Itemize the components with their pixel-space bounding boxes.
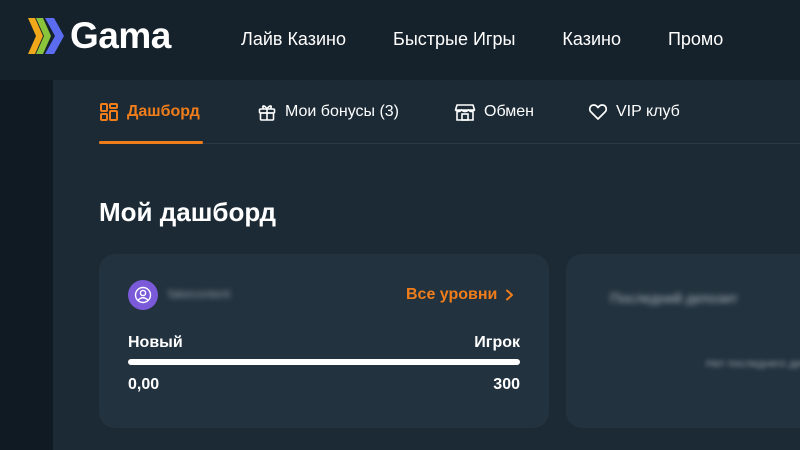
next-level-name: Игрок bbox=[474, 334, 520, 351]
left-sidebar bbox=[0, 80, 53, 450]
nav-promo[interactable]: Промо bbox=[668, 27, 723, 51]
nav-fast-games[interactable]: Быстрые Игры bbox=[393, 27, 515, 51]
main-panel: Дашборд Мои бонусы (3) Обмен VIP клуб Мо… bbox=[53, 80, 800, 450]
last-deposit-empty-text: Нет последнего депозита bbox=[706, 358, 800, 370]
last-deposit-card: Последний депозит Нет последнего депозит… bbox=[566, 254, 800, 428]
top-nav: Лайв Казино Быстрые Игры Казино Промо bbox=[241, 27, 770, 51]
tab-dashboard[interactable]: Дашборд bbox=[99, 97, 200, 127]
shop-icon bbox=[454, 104, 476, 121]
chevron-right-icon bbox=[506, 289, 514, 301]
avatar[interactable] bbox=[128, 280, 158, 310]
logo-text: Gama bbox=[70, 15, 171, 56]
all-levels-label: Все уровни bbox=[406, 286, 498, 303]
user-icon bbox=[134, 286, 152, 304]
active-tab-indicator bbox=[99, 141, 203, 144]
logo-chevrons-icon bbox=[28, 18, 64, 54]
tab-my-bonuses-label: Мои бонусы (3) bbox=[285, 103, 400, 120]
nav-live-casino[interactable]: Лайв Казино bbox=[241, 27, 346, 51]
tab-dashboard-label: Дашборд bbox=[127, 103, 200, 120]
current-level-name: Новый bbox=[128, 334, 183, 351]
username: fakecontent bbox=[168, 287, 231, 301]
level-progress-bar bbox=[128, 359, 520, 365]
logo[interactable]: Gama bbox=[26, 14, 171, 58]
tab-vip-club[interactable]: VIP клуб bbox=[588, 97, 680, 127]
top-header: Gama Лайв Казино Быстрые Игры Казино Про… bbox=[0, 0, 800, 80]
target-points: 300 bbox=[493, 376, 520, 393]
tab-my-bonuses[interactable]: Мои бонусы (3) bbox=[257, 97, 399, 127]
tabs-bar: Дашборд Мои бонусы (3) Обмен VIP клуб bbox=[99, 80, 800, 144]
all-levels-link[interactable]: Все уровни bbox=[406, 286, 514, 304]
tab-vip-club-label: VIP клуб bbox=[616, 103, 680, 120]
current-points: 0,00 bbox=[128, 376, 160, 393]
page-title: Мой дашборд bbox=[99, 197, 277, 227]
tab-exchange[interactable]: Обмен bbox=[454, 97, 534, 127]
nav-casino[interactable]: Казино bbox=[562, 27, 621, 51]
dashboard-icon bbox=[100, 103, 118, 121]
heart-icon bbox=[588, 104, 608, 120]
tab-exchange-label: Обмен bbox=[484, 103, 534, 120]
gift-icon bbox=[258, 105, 276, 121]
last-deposit-title: Последний депозит bbox=[610, 290, 738, 306]
level-card: fakecontent Все уровни Новый Игрок 0,00 … bbox=[99, 254, 549, 428]
